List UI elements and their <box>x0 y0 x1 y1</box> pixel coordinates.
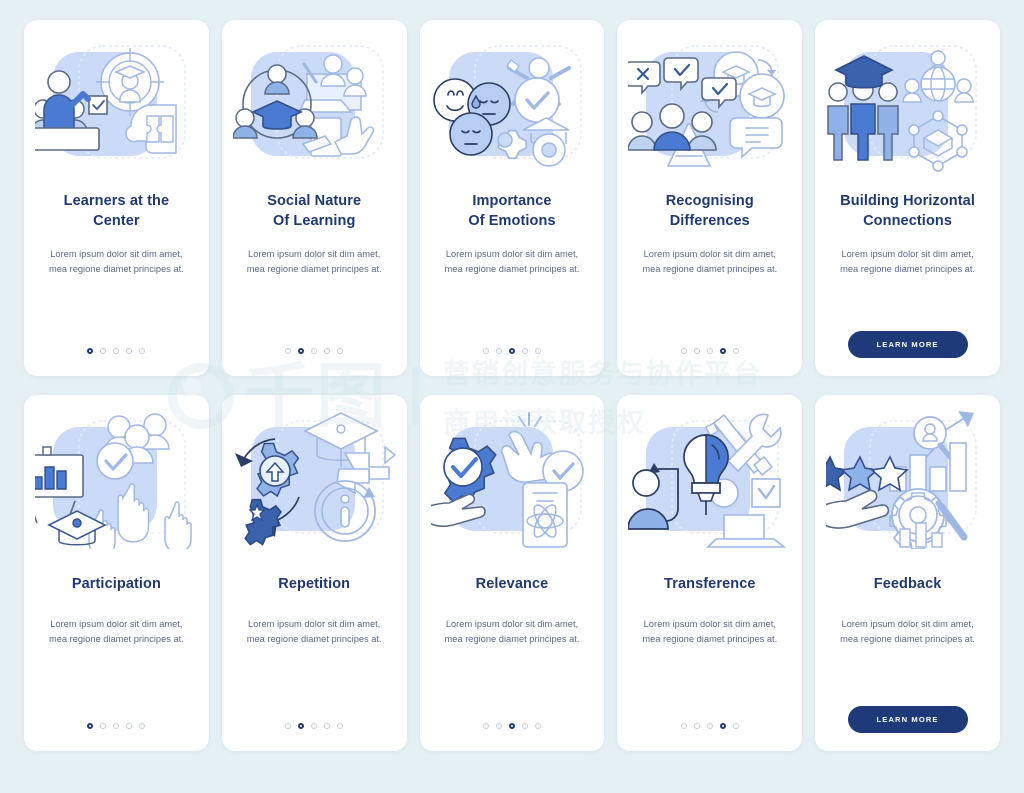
card-body-text: Lorem ipsum dolor sit dim amet, mea regi… <box>48 249 184 275</box>
card-title: Transference <box>664 576 756 592</box>
pagination-dot[interactable] <box>139 348 146 354</box>
card-transference[interactable]: Transference Lorem ipsum dolor sit dim a… <box>617 395 803 751</box>
emoji-faces-checkmark-gears-graduation-icon <box>432 45 582 167</box>
people-speech-bubbles-graduation-caps-icon <box>628 45 786 167</box>
pagination-dot[interactable] <box>495 348 502 354</box>
card-title: Repetition <box>278 576 351 592</box>
pagination-dot[interactable] <box>126 723 133 729</box>
pagination-dot[interactable] <box>126 348 133 354</box>
pagination-dot[interactable] <box>139 723 146 729</box>
card-title: Participation <box>71 576 161 592</box>
card-participation[interactable]: Participation Lorem ipsum dolor sit dim … <box>24 395 209 751</box>
teacher-at-desk-target-puzzle-head-icon <box>34 45 186 159</box>
card-title: Social Nature Of Learning <box>267 193 362 229</box>
presentation-chart-raised-hands-check-icon <box>34 413 192 549</box>
card-recognising-differences[interactable]: Recognising Differences Lorem ipsum dolor… <box>617 20 803 376</box>
card-title: Learners at the Center <box>63 193 170 229</box>
card-social-nature-of-learning[interactable]: Social Nature Of Learning Lorem ipsum dol… <box>221 20 407 376</box>
pagination-dot[interactable] <box>521 723 528 729</box>
pagination-dot[interactable] <box>706 348 713 354</box>
group-circle-graduation-cap-writing-hand-icon <box>232 45 384 159</box>
pagination-dot[interactable] <box>482 348 489 354</box>
card-body-text: Lorem ipsum dolor sit dim amet, mea regi… <box>444 618 580 644</box>
pagination-dot[interactable] <box>706 723 713 729</box>
pagination-dot[interactable] <box>100 348 107 354</box>
lightbulb-person-wrench-pencil-laptop-icon <box>628 413 787 548</box>
pagination-dot[interactable] <box>337 348 344 354</box>
card-relevance[interactable]: Relevance Lorem ipsum dolor sit dim amet… <box>419 395 605 751</box>
card-body-text: Lorem ipsum dolor sit dim amet, mea regi… <box>642 618 778 644</box>
card-body-text: Lorem ipsum dolor sit dim amet, mea regi… <box>840 249 976 275</box>
pagination-dot[interactable] <box>87 348 94 354</box>
pagination-dot[interactable] <box>534 348 541 354</box>
pagination-dot[interactable] <box>324 348 331 354</box>
cards-row-bottom: Participation Lorem ipsum dolor sit dim … <box>24 395 1000 751</box>
pagination-dot[interactable] <box>285 348 292 354</box>
pagination-dot[interactable] <box>298 348 305 354</box>
pagination-dot[interactable] <box>680 723 687 729</box>
pagination-dot[interactable] <box>495 723 502 729</box>
learn-more-button[interactable]: LEARN MORE <box>847 331 968 358</box>
pagination-dot[interactable] <box>285 723 292 729</box>
gears-cycle-arrows-info-graduation-cap-icon <box>234 412 396 546</box>
card-feedback[interactable]: Feedback Lorem ipsum dolor sit dim amet,… <box>815 395 1000 751</box>
card-building-horizontal-connections[interactable]: Building Horizontal Connections Lorem ips… <box>815 20 1000 376</box>
pagination-dot[interactable] <box>311 723 318 729</box>
card-body-text: Lorem ipsum dolor sit dim amet, mea regi… <box>246 249 382 275</box>
learn-more-button[interactable]: LEARN MORE <box>847 706 968 733</box>
pagination-dot[interactable] <box>508 723 515 729</box>
card-body-text: Lorem ipsum dolor sit dim amet, mea regi… <box>246 618 382 644</box>
pagination-dot[interactable] <box>298 723 305 729</box>
pagination-dot[interactable] <box>482 723 489 729</box>
card-body-text: Lorem ipsum dolor sit dim amet, mea regi… <box>840 618 976 644</box>
card-repetition[interactable]: Repetition Lorem ipsum dolor sit dim ame… <box>221 395 407 751</box>
pagination-dots[interactable] <box>680 348 739 354</box>
card-body-text: Lorem ipsum dolor sit dim amet, mea regi… <box>444 249 580 275</box>
card-title: Building Horizontal Connections <box>840 193 975 229</box>
three-people-graduation-cap-network-globe-icon <box>827 45 977 172</box>
pagination-dot[interactable] <box>100 723 107 729</box>
pagination-dots[interactable] <box>482 348 541 354</box>
pagination-dot[interactable] <box>693 723 700 729</box>
onboarding-screens-page: 千图 营销创意服务与协作平台 商用请获取授权 Learners at the C… <box>0 0 1024 793</box>
pagination-dot[interactable] <box>693 348 700 354</box>
pagination-dots[interactable] <box>680 723 739 729</box>
pagination-dot[interactable] <box>508 348 515 354</box>
pagination-dot[interactable] <box>732 348 739 354</box>
pagination-dot[interactable] <box>719 723 726 729</box>
pagination-dot[interactable] <box>337 723 344 729</box>
cards-row-top: Learners at the Center Lorem ipsum dolor … <box>24 20 1000 376</box>
pagination-dot[interactable] <box>732 723 739 729</box>
pagination-dot[interactable] <box>719 348 726 354</box>
card-title: Importance Of Emotions <box>468 193 556 229</box>
pagination-dot[interactable] <box>311 348 318 354</box>
pagination-dot[interactable] <box>113 348 120 354</box>
pagination-dot[interactable] <box>534 723 541 729</box>
pagination-dot[interactable] <box>521 348 528 354</box>
cards-grid: Learners at the Center Lorem ipsum dolor … <box>24 20 1000 751</box>
pagination-dot[interactable] <box>87 723 94 729</box>
pagination-dots[interactable] <box>87 348 146 354</box>
card-title: Recognising Differences <box>665 193 754 229</box>
stars-hand-magnifier-growth-chart-gear-icon <box>826 411 977 549</box>
gear-check-hand-cursor-book-atom-icon <box>430 412 584 548</box>
pagination-dots[interactable] <box>285 348 344 354</box>
card-body-text: Lorem ipsum dolor sit dim amet, mea regi… <box>642 249 778 275</box>
pagination-dots[interactable] <box>87 723 146 729</box>
pagination-dots[interactable] <box>482 723 541 729</box>
card-learners-at-the-center[interactable]: Learners at the Center Lorem ipsum dolor … <box>24 20 209 376</box>
card-body-text: Lorem ipsum dolor sit dim amet, mea regi… <box>48 618 184 644</box>
card-title: Relevance <box>475 576 549 592</box>
pagination-dots[interactable] <box>285 723 344 729</box>
pagination-dot[interactable] <box>680 348 687 354</box>
card-title: Feedback <box>873 576 942 592</box>
pagination-dot[interactable] <box>324 723 331 729</box>
card-importance-of-emotions[interactable]: Importance Of Emotions Lorem ipsum dolor … <box>419 20 605 376</box>
pagination-dot[interactable] <box>113 723 120 729</box>
